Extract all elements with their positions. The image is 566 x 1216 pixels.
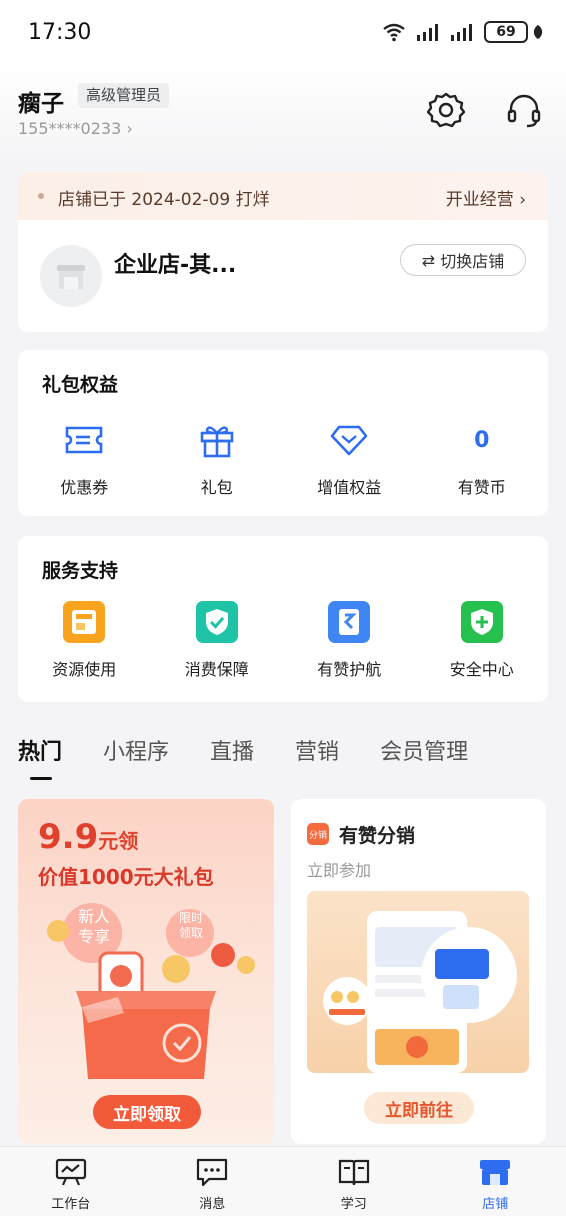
battery-level: 69 bbox=[484, 21, 528, 43]
security-center-label: 安全中心 bbox=[449, 660, 514, 679]
nav-label: 消息 bbox=[199, 1197, 226, 1212]
nav-store[interactable]: 店铺 bbox=[425, 1147, 566, 1216]
open-business-link[interactable]: 开业经营 › bbox=[446, 185, 526, 210]
section-title: 礼包权益 bbox=[42, 374, 119, 396]
switch-shop-label: 切换店铺 bbox=[440, 252, 505, 271]
youzan-escort-entry[interactable]: 有赞护航 bbox=[283, 601, 416, 680]
settings-button[interactable] bbox=[424, 88, 468, 132]
open-business-label: 开业经营 bbox=[445, 190, 514, 210]
status-bar: 17:30 69 bbox=[0, 0, 566, 64]
resource-usage-label: 资源使用 bbox=[52, 660, 117, 679]
nav-label: 工作台 bbox=[51, 1197, 91, 1212]
category-tabs: 热门 小程序 直播 营销 会员管理 bbox=[18, 734, 509, 780]
signal-icon bbox=[417, 24, 438, 41]
consumer-protection-label: 消费保障 bbox=[184, 660, 249, 679]
status-time: 17:30 bbox=[28, 20, 92, 45]
nav-messages[interactable]: 消息 bbox=[142, 1147, 284, 1216]
nav-label: 学习 bbox=[340, 1197, 367, 1212]
store-icon bbox=[57, 265, 85, 289]
gift-benefits-card: 礼包权益 优惠券 礼包 增值权益 0 有赞币 bbox=[18, 350, 548, 516]
swap-icon: ⇄ bbox=[421, 250, 436, 270]
gift-icon bbox=[200, 426, 234, 458]
gift-label: 礼包 bbox=[200, 478, 233, 497]
consumer-protection-entry[interactable]: 消费保障 bbox=[151, 601, 284, 680]
gear-icon bbox=[427, 92, 465, 128]
security-center-entry[interactable]: 安全中心 bbox=[416, 601, 549, 680]
newcomer-bubble: 新人专享 bbox=[77, 907, 110, 946]
youzan-coin-label: 有赞币 bbox=[457, 478, 506, 497]
newcomer-gift-promo[interactable]: 9.9元领 价值1000元大礼包 新人专享 限时领取 立即领取 bbox=[18, 799, 274, 1144]
message-icon bbox=[197, 1158, 228, 1187]
distribution-illustration bbox=[307, 891, 529, 1073]
notice-text: 店铺已于 2024-02-09 打烊 bbox=[58, 190, 270, 210]
security-shield-icon bbox=[460, 601, 503, 643]
tab-live[interactable]: 直播 bbox=[210, 734, 254, 766]
distribution-badge-icon: 分销 bbox=[307, 823, 329, 845]
tab-hot[interactable]: 热门 bbox=[18, 734, 62, 780]
section-title: 服务支持 bbox=[42, 560, 119, 582]
coupon-entry[interactable]: 优惠券 bbox=[18, 420, 151, 498]
battery-indicator: 69 bbox=[484, 21, 544, 43]
user-name: 瘸子 bbox=[18, 91, 64, 117]
coupon-label: 优惠券 bbox=[60, 478, 109, 497]
signal-icon bbox=[451, 24, 472, 41]
distribution-subtitle: 立即参加 bbox=[307, 861, 372, 880]
youzan-coin-entry[interactable]: 0 有赞币 bbox=[416, 420, 549, 498]
gift-pack-entry[interactable]: 礼包 bbox=[151, 420, 284, 498]
value-added-label: 增值权益 bbox=[317, 478, 382, 497]
headset-icon bbox=[507, 94, 541, 128]
go-now-button[interactable]: 立即前往 bbox=[364, 1092, 474, 1124]
shop-status-notice[interactable]: 店铺已于 2024-02-09 打烊 开业经营 › bbox=[18, 172, 548, 220]
status-icons: 69 bbox=[382, 21, 544, 43]
notice-dot bbox=[38, 193, 44, 199]
switch-shop-button[interactable]: ⇄ 切换店铺 bbox=[400, 244, 526, 276]
value-added-entry[interactable]: 增值权益 bbox=[283, 420, 416, 498]
nav-learning[interactable]: 学习 bbox=[283, 1147, 425, 1216]
nav-label: 店铺 bbox=[482, 1197, 509, 1212]
book-icon bbox=[338, 1159, 369, 1186]
claim-now-button[interactable]: 立即领取 bbox=[93, 1095, 201, 1129]
tab-mini-program[interactable]: 小程序 bbox=[103, 734, 169, 766]
service-support-card: 服务支持 资源使用 消费保障 有赞护航 安全中心 bbox=[18, 536, 548, 702]
limited-time-bubble: 限时领取 bbox=[178, 911, 203, 940]
chevron-right-icon: › bbox=[126, 119, 133, 138]
phone-number: 155****0233 bbox=[18, 119, 122, 138]
escort-icon bbox=[328, 601, 371, 643]
gift-box-illustration bbox=[47, 903, 255, 1079]
customer-service-button[interactable] bbox=[502, 88, 546, 132]
youzan-escort-label: 有赞护航 bbox=[317, 660, 382, 679]
coupon-icon bbox=[65, 426, 103, 454]
wifi-icon bbox=[383, 23, 405, 42]
shop-name: 企业店-其... bbox=[114, 253, 237, 278]
bottom-navigation: 工作台 消息 学习 店铺 bbox=[0, 1146, 566, 1216]
tab-member-management[interactable]: 会员管理 bbox=[380, 734, 468, 766]
phone-link[interactable]: 155****0233 › bbox=[18, 119, 133, 138]
shield-check-icon bbox=[195, 601, 238, 643]
shop-card: 企业店-其... ⇄ 切换店铺 bbox=[18, 220, 548, 332]
shop-avatar bbox=[40, 245, 102, 307]
leaf-icon bbox=[533, 25, 543, 39]
distribution-promo[interactable]: 分销 有赞分销 立即参加 立即前往 bbox=[291, 799, 546, 1144]
resource-usage-entry[interactable]: 资源使用 bbox=[18, 601, 151, 680]
chevron-right-icon: › bbox=[519, 190, 526, 210]
store-icon bbox=[480, 1160, 511, 1185]
role-badge: 高级管理员 bbox=[78, 83, 170, 108]
header bbox=[0, 64, 566, 164]
distribution-title: 有赞分销 bbox=[339, 825, 416, 847]
resource-icon bbox=[63, 601, 106, 643]
nav-workbench[interactable]: 工作台 bbox=[0, 1147, 142, 1216]
workbench-icon bbox=[55, 1158, 86, 1186]
youzan-coin-count: 0 bbox=[474, 427, 490, 453]
diamond-icon bbox=[330, 425, 368, 456]
tab-marketing[interactable]: 营销 bbox=[295, 734, 339, 766]
phone-mockup-illustration bbox=[323, 911, 517, 1073]
